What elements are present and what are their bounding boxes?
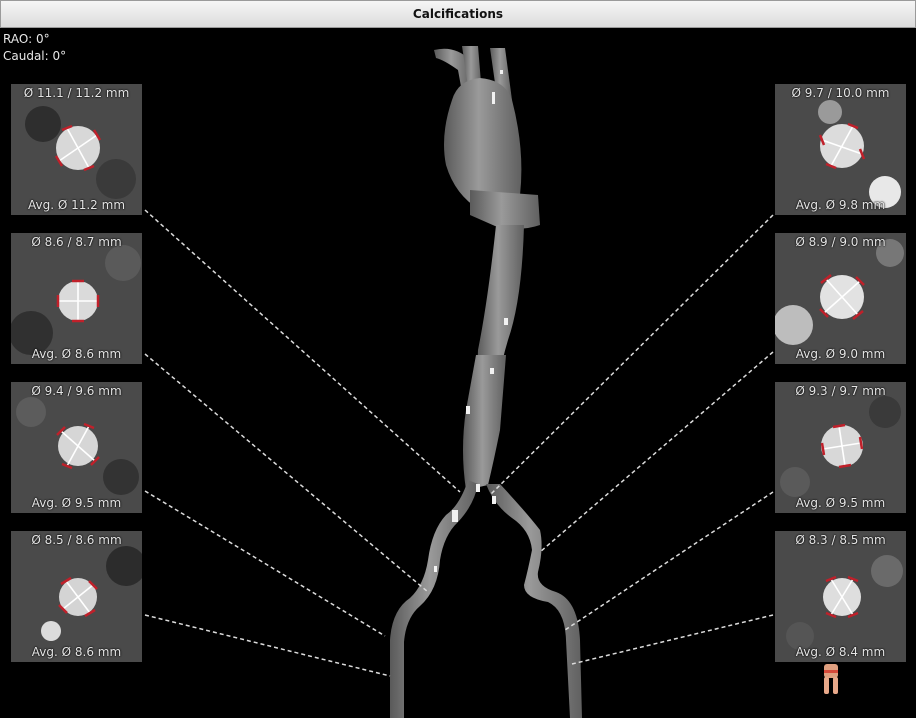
avg-diameter-label: Avg. Ø 9.0 mm <box>795 347 886 361</box>
cross-section-panel[interactable]: Ø 9.3 / 9.7 mm Avg. Ø 9.5 mm <box>775 382 906 513</box>
orientation-figure-icon <box>824 664 838 694</box>
cross-section-panel[interactable]: Ø 11.1 / 11.2 mm Avg. Ø 11.2 mm <box>11 84 142 215</box>
avg-diameter-label: Avg. Ø 11.2 mm <box>27 198 126 212</box>
avg-diameter-label: Avg. Ø 9.8 mm <box>795 198 886 212</box>
leader-lines <box>144 209 774 677</box>
aortic-arch <box>470 190 540 229</box>
diameter-label: Ø 8.9 / 9.0 mm <box>795 235 886 249</box>
diameter-label: Ø 8.6 / 8.7 mm <box>31 235 122 249</box>
avg-diameter-label: Avg. Ø 8.6 mm <box>31 645 122 659</box>
vessel-cross-section-image <box>818 100 901 208</box>
3d-viewport[interactable]: RAO: 0° Caudal: 0° Ø 11.1 / 11.2 mm Avg.… <box>0 28 916 718</box>
avg-diameter-label: Avg. Ø 9.5 mm <box>795 496 886 510</box>
diameter-label: Ø 9.7 / 10.0 mm <box>791 86 890 100</box>
vessel-cross-section-image <box>775 239 904 345</box>
rao-angle-label: RAO: 0° <box>3 32 50 46</box>
vessel-cross-section-image <box>25 106 136 199</box>
right-iliac <box>486 484 582 718</box>
avg-diameter-label: Avg. Ø 8.6 mm <box>31 347 122 361</box>
cross-section-panel[interactable]: Ø 8.5 / 8.6 mm Avg. Ø 8.6 mm <box>11 531 142 662</box>
vessel-cross-section-image <box>16 397 139 495</box>
vessel-cross-section-image <box>786 555 903 650</box>
abdominal-aorta <box>463 355 506 490</box>
window-title: Calcifications <box>412 7 504 21</box>
cross-section-panel[interactable]: Ø 8.9 / 9.0 mm Avg. Ø 9.0 mm <box>775 233 906 364</box>
aortic-arch <box>444 78 522 210</box>
diameter-label: Ø 9.4 / 9.6 mm <box>31 384 122 398</box>
caudal-angle-label: Caudal: 0° <box>3 49 67 63</box>
diameter-label: Ø 11.1 / 11.2 mm <box>23 86 130 100</box>
cross-section-panel[interactable]: Ø 9.4 / 9.6 mm Avg. Ø 9.5 mm <box>11 382 142 513</box>
left-iliac <box>390 480 478 718</box>
diameter-label: Ø 8.3 / 8.5 mm <box>795 533 886 547</box>
avg-diameter-label: Avg. Ø 9.5 mm <box>31 496 122 510</box>
vessel-cross-section-image <box>11 245 141 355</box>
cross-section-panel[interactable]: Ø 8.3 / 8.5 mm Avg. Ø 8.4 mm <box>775 531 906 662</box>
vessel-cross-section-image <box>41 546 142 641</box>
cross-section-panel[interactable]: Ø 9.7 / 10.0 mm Avg. Ø 9.8 mm <box>775 84 906 215</box>
cross-section-panel[interactable]: Ø 8.6 / 8.7 mm Avg. Ø 8.6 mm <box>11 233 142 364</box>
vessel-cross-section-image <box>780 396 901 497</box>
window-titlebar: Calcifications <box>0 0 916 28</box>
diameter-label: Ø 9.3 / 9.7 mm <box>795 384 886 398</box>
avg-diameter-label: Avg. Ø 8.4 mm <box>795 645 886 659</box>
diameter-label: Ø 8.5 / 8.6 mm <box>31 533 122 547</box>
